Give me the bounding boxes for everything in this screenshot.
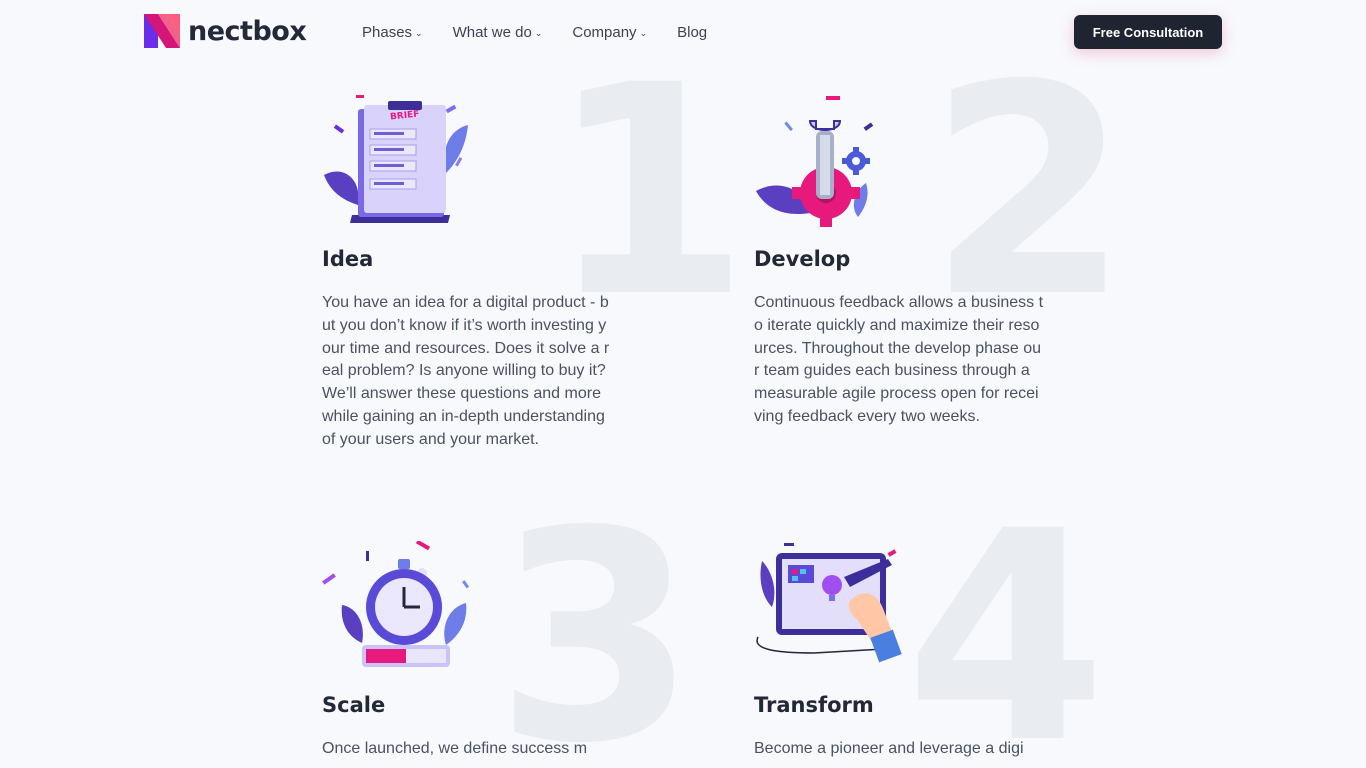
phase-description: Once launched, we define success m <box>322 740 588 757</box>
nectbox-logo-icon <box>144 14 180 48</box>
phase-card-develop: Develop Continuous feedback allows a bus… <box>754 95 1049 485</box>
nav-what-we-do[interactable]: What we do ⌄ <box>453 22 543 42</box>
wrench-gear-icon <box>756 96 874 227</box>
nav-phases-label: Phases <box>362 23 413 41</box>
phase-card-scale: Scale Once launched, we define success m <box>322 541 617 768</box>
phase-card-transform: Transform Become a pioneer and leverage … <box>754 541 1049 768</box>
nav-phases[interactable]: Phases ⌄ <box>362 22 423 42</box>
logo-text: nectbox <box>188 15 307 47</box>
phase-title: Idea <box>322 247 374 271</box>
brief-document-icon: BRIEF <box>324 95 468 223</box>
logo[interactable]: nectbox <box>144 13 307 49</box>
phase-title: Transform <box>754 693 874 717</box>
nav-what-we-do-label: What we do <box>452 23 532 41</box>
phase-title: Scale <box>322 693 386 717</box>
stopwatch-icon <box>322 541 470 667</box>
phase-description: You have an idea for a digital product -… <box>322 294 610 448</box>
design-tablet-icon <box>756 543 902 663</box>
phase-card-idea: BRIEF Idea You have an idea for a digita… <box>322 95 617 485</box>
chevron-down-icon: ⌄ <box>534 28 543 38</box>
phase-description: Continuous feedback allows a business to… <box>754 294 1044 425</box>
phase-description: Become a pioneer and leverage a digi <box>754 740 1024 757</box>
chevron-down-icon: ⌄ <box>415 28 423 38</box>
phase-title: Develop <box>754 247 851 271</box>
